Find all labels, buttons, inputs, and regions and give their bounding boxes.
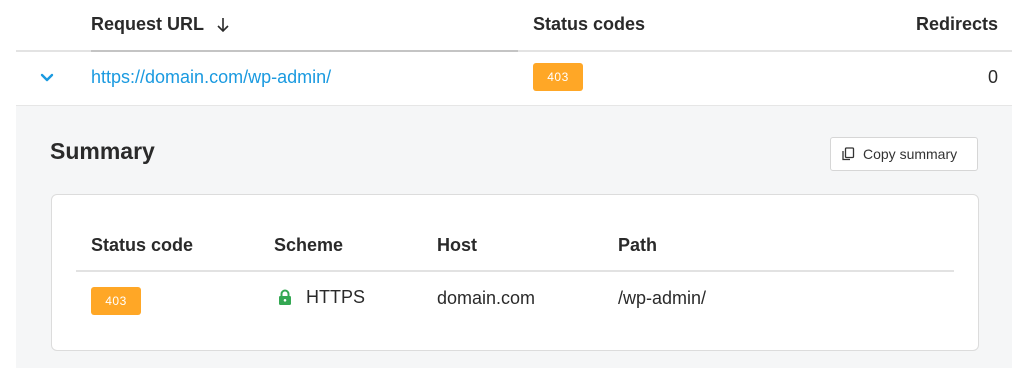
scheme-value: HTTPS xyxy=(306,287,366,307)
request-url-header-label: Request URL xyxy=(91,14,205,34)
status-badge: 403 xyxy=(533,63,583,91)
summary-title: Summary xyxy=(50,138,155,164)
summary-card: Status code Scheme Host Path 403 HTTPS d… xyxy=(51,194,979,351)
status-codes-column-header[interactable]: Status codes xyxy=(533,14,645,35)
copy-summary-button[interactable]: Copy summary xyxy=(830,137,978,171)
scheme-cell: HTTPS xyxy=(278,287,365,308)
row-details-panel: Summary Copy summary Status code Scheme … xyxy=(16,105,1012,368)
summary-status-badge: 403 xyxy=(91,287,141,315)
table-header: Request URL Status codes Redirects xyxy=(16,0,1012,52)
table-row[interactable]: https://domain.com/wp-admin/ 403 0 xyxy=(16,52,1012,105)
redirects-column-header[interactable]: Redirects xyxy=(916,14,998,35)
redirects-count: 0 xyxy=(987,67,998,87)
request-url-link[interactable]: https://domain.com/wp-admin/ xyxy=(91,67,331,88)
path-column-header: Path xyxy=(618,235,658,255)
host-value: domain.com xyxy=(437,288,536,308)
request-url-column-header[interactable]: Request URL xyxy=(91,14,230,35)
host-column-header: Host xyxy=(437,235,477,255)
scheme-column-header: Scheme xyxy=(274,235,344,255)
chevron-down-icon[interactable] xyxy=(38,69,56,87)
copy-icon xyxy=(842,147,855,161)
lock-icon xyxy=(279,289,291,305)
summary-header-divider xyxy=(76,270,954,272)
path-value: /wp-admin/ xyxy=(618,288,707,308)
arrow-down-icon xyxy=(217,17,229,32)
status-code-column-header: Status code xyxy=(91,235,194,255)
copy-summary-label: Copy summary xyxy=(863,146,958,162)
